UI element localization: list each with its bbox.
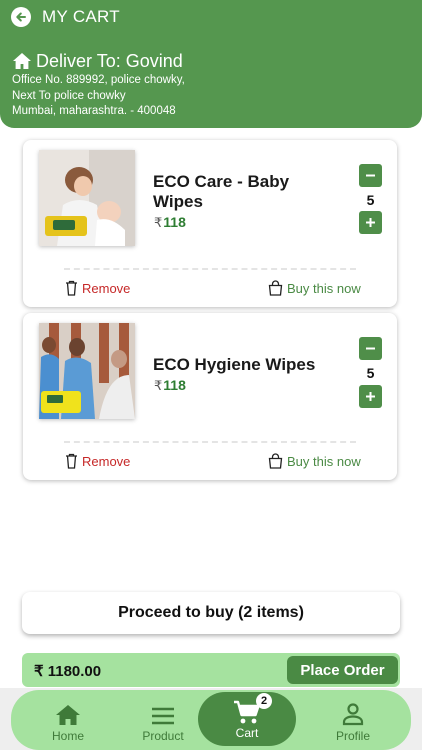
quantity-value: 5 (366, 365, 375, 381)
plus-icon (366, 392, 375, 401)
address-line: Office No. 889992, police chowky, (12, 74, 185, 86)
address-line: Next To police chowky (12, 90, 126, 102)
order-summary-bar: ₹ 1180.00 Place Order (22, 653, 400, 687)
order-total: ₹ 1180.00 (34, 663, 102, 680)
person-icon (342, 703, 364, 726)
nav-label: Product (142, 729, 184, 743)
nav-label: Profile (335, 729, 370, 743)
page-title: MY CART (42, 7, 120, 26)
minus-icon (366, 347, 375, 350)
product-name[interactable]: ECO Care - Baby Wipes (153, 172, 313, 212)
product-price: ₹118 (154, 377, 186, 394)
cart-item-card: ECO Hygiene Wipes ₹118 5 Remove Buy this… (23, 313, 397, 480)
currency-symbol: ₹ (154, 215, 163, 230)
place-order-button[interactable]: Place Order (287, 656, 398, 684)
trash-icon (66, 453, 77, 469)
product-name[interactable]: ECO Hygiene Wipes (153, 355, 343, 375)
shopping-bag-icon (268, 280, 283, 296)
increase-quantity-button[interactable] (359, 211, 382, 234)
decrease-quantity-button[interactable] (359, 337, 382, 360)
product-price: ₹118 (154, 214, 186, 231)
plus-icon (366, 218, 375, 227)
arrow-left-icon (16, 12, 26, 22)
back-button[interactable] (11, 7, 31, 27)
product-image[interactable] (39, 323, 135, 419)
nav-item-product[interactable]: Product (118, 690, 208, 750)
nav-label: Cart (235, 726, 259, 740)
hygiene-wipes-photo (39, 323, 135, 419)
remove-label: Remove (82, 453, 131, 469)
remove-button[interactable]: Remove (65, 280, 130, 296)
buy-now-button[interactable]: Buy this now (268, 453, 361, 469)
divider (64, 441, 356, 443)
minus-icon (366, 174, 375, 177)
product-image[interactable] (39, 150, 135, 246)
increase-quantity-button[interactable] (359, 385, 382, 408)
header: MY CART Deliver To: Govind Office No. 88… (0, 0, 422, 128)
home-icon (13, 53, 31, 69)
divider (64, 268, 356, 270)
buy-now-label: Buy this now (287, 280, 361, 296)
remove-label: Remove (82, 280, 131, 296)
nav-label: Home (51, 729, 84, 743)
home-icon (56, 705, 80, 725)
nav-item-cart[interactable]: 2 Cart (198, 692, 296, 746)
remove-button[interactable]: Remove (65, 453, 130, 469)
menu-icon (152, 707, 174, 725)
proceed-to-buy-button[interactable]: Proceed to buy (2 items) (22, 592, 400, 634)
nav-item-home[interactable]: Home (23, 690, 113, 750)
buy-now-label: Buy this now (287, 453, 361, 469)
nav-item-profile[interactable]: Profile (308, 690, 398, 750)
currency-symbol: ₹ (154, 378, 163, 393)
cart-count-badge: 2 (256, 693, 272, 709)
address-line: Mumbai, maharashtra. - 400048 (12, 105, 176, 117)
price-value: 118 (163, 377, 186, 393)
cart-item-card: ECO Care - Baby Wipes ₹118 5 Remove Buy … (23, 140, 397, 307)
price-value: 118 (163, 214, 186, 230)
buy-now-button[interactable]: Buy this now (268, 280, 361, 296)
baby-wipes-photo (39, 150, 135, 246)
quantity-value: 5 (366, 192, 375, 208)
trash-icon (66, 280, 77, 296)
shopping-bag-icon (268, 453, 283, 469)
deliver-to: Deliver To: Govind (36, 51, 183, 71)
decrease-quantity-button[interactable] (359, 164, 382, 187)
